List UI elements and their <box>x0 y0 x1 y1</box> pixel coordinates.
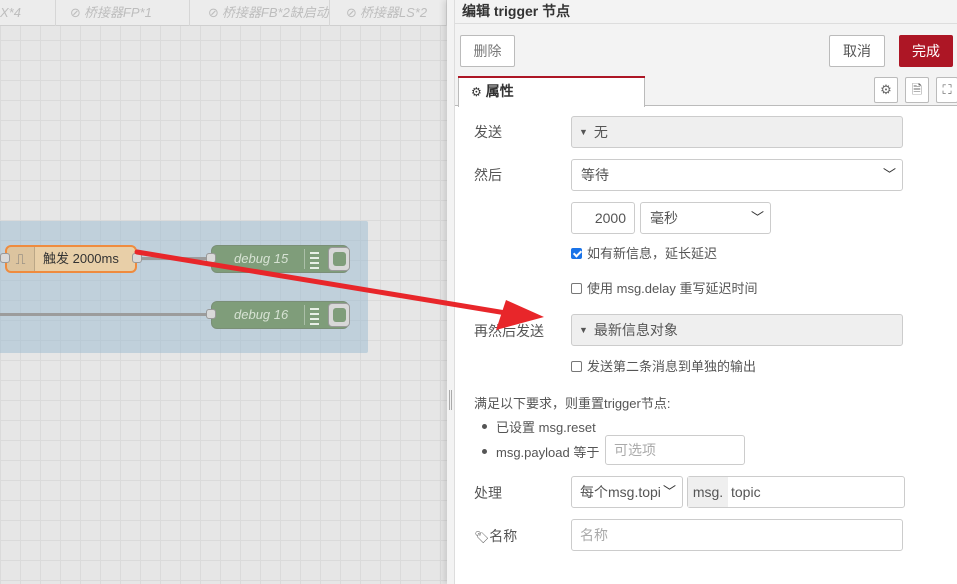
extend-delay-label: 如有新信息，延长延迟 <box>587 246 718 261</box>
chevron-down-icon: ﹀ <box>882 167 896 182</box>
flow-tab[interactable]: ⊘ 桥接器FB*2缺启动 <box>198 0 330 26</box>
trigger-pulse-icon: ⎍ <box>7 247 35 271</box>
trigger-node[interactable]: ⎍ 触发 2000ms <box>5 245 137 273</box>
then-send-value: 最新信息对象 <box>593 322 678 338</box>
list-icon <box>304 305 322 325</box>
debug-toggle-button[interactable] <box>328 247 350 271</box>
debug-node-15[interactable]: debug 15 <box>211 245 350 273</box>
name-input[interactable]: 名称 <box>571 519 903 551</box>
grip-icon <box>449 390 452 410</box>
handling-label: 处理 <box>474 485 502 501</box>
done-button[interactable]: 完成 <box>899 35 953 67</box>
reset-payload-placeholder: 可选项 <box>614 442 656 458</box>
input-port[interactable] <box>206 253 216 263</box>
debug-node-label: debug 15 <box>234 251 289 266</box>
tray-title-text: 编辑 trigger 节点 <box>462 3 571 19</box>
send-select[interactable]: ▼ 无 <box>571 116 903 148</box>
tab-description[interactable]: 🗎 <box>905 77 929 103</box>
caret-down-icon: ▼ <box>579 325 588 335</box>
flow-tab-label: 桥接器LS*2 <box>359 5 428 20</box>
delay-unit-select[interactable]: 毫秒 ﹀ <box>640 202 771 234</box>
name-placeholder: 名称 <box>580 527 608 543</box>
tab-settings[interactable]: ⚙ <box>874 77 898 103</box>
flow-tab[interactable]: X*4 <box>0 0 56 26</box>
topic-prefix: msg. <box>688 477 728 507</box>
name-label-text: 名称 <box>489 528 518 544</box>
delay-unit-value: 毫秒 <box>650 210 678 226</box>
reset-condition-1-text: 已设置 msg.reset <box>496 420 596 435</box>
tray-resize-handle[interactable] <box>447 0 455 584</box>
debug-node-label: debug 16 <box>234 307 289 322</box>
reset-condition-2-text: msg.payload 等于 <box>496 445 600 460</box>
gear-icon: ⚙ <box>471 85 482 99</box>
cancel-button[interactable]: 取消 <box>829 35 885 67</box>
second-output-checkbox[interactable] <box>571 361 582 372</box>
gear-icon: ⚙ <box>880 82 892 97</box>
flow-tab-label: X*4 <box>0 5 21 20</box>
input-port[interactable] <box>206 309 216 319</box>
output-port[interactable] <box>132 253 142 263</box>
debug-node-16[interactable]: debug 16 <box>211 301 350 329</box>
tab-appearance[interactable]: ⛶ <box>936 77 957 103</box>
delay-input[interactable]: 2000 <box>571 202 635 234</box>
document-icon: 🗎 <box>911 82 923 97</box>
then-select-value: 等待 <box>581 167 609 183</box>
bullet-icon <box>482 449 487 454</box>
flow-tab[interactable]: ⊘ 桥接器LS*2 <box>336 0 447 26</box>
ban-icon: ⊘ <box>208 5 219 20</box>
flow-tab-bar: X*4 ⊘ 桥接器FP*1 ⊘ 桥接器FB*2缺启动 ⊘ 桥接器LS*2 <box>0 0 447 26</box>
then-send-label: 再然后发送 <box>474 323 544 339</box>
tab-properties[interactable]: ⚙ 属性 <box>458 76 645 107</box>
second-output-checkbox-row[interactable]: 发送第二条消息到单独的输出 <box>571 359 756 375</box>
handling-select-value: 每个msg.topic <box>580 484 668 500</box>
bullet-icon <box>482 424 487 429</box>
reset-condition-1: 已设置 msg.reset <box>482 417 596 436</box>
send-label: 发送 <box>474 124 502 140</box>
reset-payload-input[interactable]: 可选项 <box>605 435 745 465</box>
chevron-down-icon: ﹀ <box>750 210 764 225</box>
flow-tab-label: 桥接器FB*2缺启动 <box>221 5 329 20</box>
trigger-node-label: 触发 2000ms <box>43 251 119 266</box>
tray-title: 编辑 trigger 节点 <box>455 0 957 24</box>
tag-icon: 🏷 <box>474 530 490 544</box>
node-group[interactable] <box>0 221 368 353</box>
override-delay-checkbox-row[interactable]: 使用 msg.delay 重写延迟时间 <box>571 281 757 297</box>
extend-delay-checkbox-row[interactable]: 如有新信息，延长延迟 <box>571 246 717 262</box>
ban-icon: ⊘ <box>70 5 81 20</box>
flow-workspace[interactable]: X*4 ⊘ 桥接器FP*1 ⊘ 桥接器FB*2缺启动 ⊘ 桥接器LS*2 ⎍ 触发 2… <box>0 0 447 584</box>
topic-input[interactable]: msg. topic <box>687 476 905 508</box>
then-label: 然后 <box>474 167 502 183</box>
wire[interactable] <box>137 257 213 260</box>
second-output-label: 发送第二条消息到单独的输出 <box>587 359 757 374</box>
input-port[interactable] <box>0 253 10 263</box>
reset-intro: 满足以下要求，则重置trigger节点: <box>474 396 671 411</box>
override-delay-label: 使用 msg.delay 重写延迟时间 <box>587 281 758 296</box>
flow-tab-label: 桥接器FP*1 <box>83 5 152 20</box>
flow-tab[interactable]: ⊘ 桥接器FP*1 <box>60 0 190 26</box>
delete-button[interactable]: 删除 <box>460 35 515 67</box>
name-label: 🏷名称 <box>474 526 517 546</box>
extend-delay-checkbox[interactable] <box>571 248 582 259</box>
ban-icon: ⊘ <box>346 5 357 20</box>
reset-condition-2: msg.payload 等于 <box>482 442 599 461</box>
wire[interactable] <box>0 313 213 316</box>
debug-toggle-button[interactable] <box>328 303 350 327</box>
handling-select[interactable]: 每个msg.topic ﹀ <box>571 476 683 508</box>
then-send-select[interactable]: ▼ 最新信息对象 <box>571 314 903 346</box>
tab-properties-label: 属性 <box>485 83 514 99</box>
override-delay-checkbox[interactable] <box>571 283 582 294</box>
chevron-down-icon: ﹀ <box>660 477 676 507</box>
send-select-value: 无 <box>593 124 608 140</box>
caret-down-icon: ▼ <box>579 127 588 137</box>
topic-value: topic <box>731 484 761 500</box>
frame-icon: ⛶ <box>942 82 952 97</box>
then-select[interactable]: 等待 ﹀ <box>571 159 903 191</box>
list-icon <box>304 249 322 269</box>
